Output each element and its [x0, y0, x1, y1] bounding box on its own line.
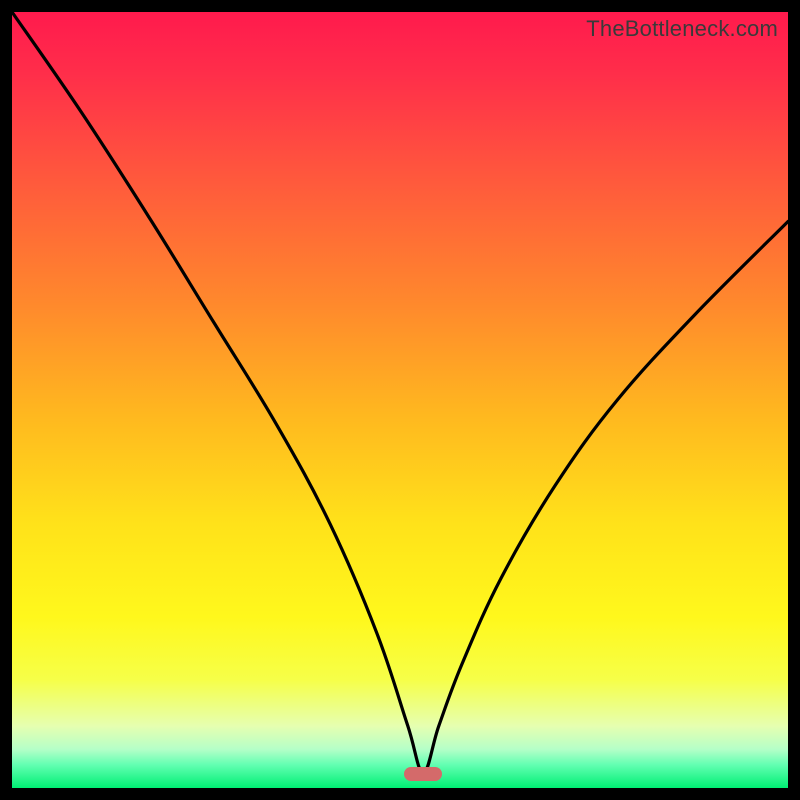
- bottleneck-curve: [12, 12, 788, 788]
- chart-plot-area: TheBottleneck.com: [12, 12, 788, 788]
- chart-stage: TheBottleneck.com: [0, 0, 800, 800]
- optimal-point-marker: [404, 767, 442, 781]
- watermark-text: TheBottleneck.com: [586, 16, 778, 42]
